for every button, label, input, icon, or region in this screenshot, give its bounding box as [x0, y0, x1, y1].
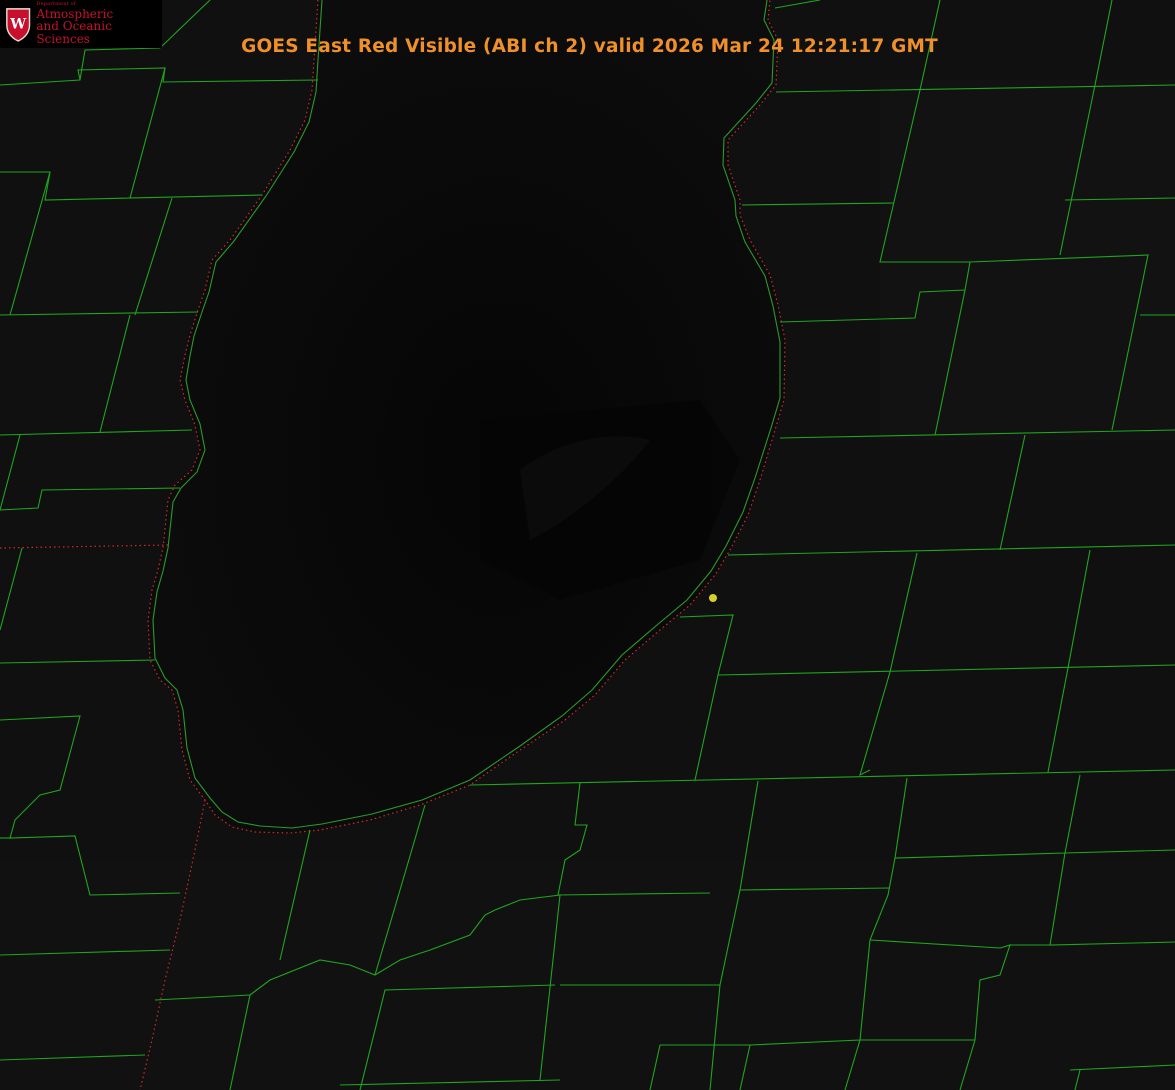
image-title: GOES East Red Visible (ABI ch 2) valid 2…: [241, 36, 938, 57]
satellite-map-view[interactable]: [0, 0, 1175, 1090]
satellite-image: [0, 0, 1175, 1090]
location-dot-icon[interactable]: [709, 594, 717, 602]
crest-letter: W: [9, 17, 27, 33]
